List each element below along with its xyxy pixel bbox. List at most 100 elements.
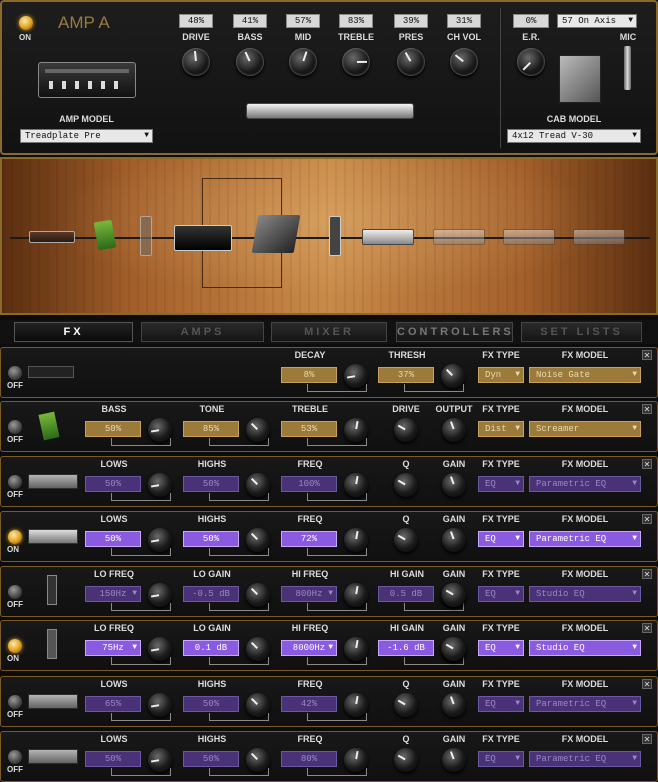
drive-knob[interactable]	[394, 418, 418, 442]
treble-field[interactable]: 53%	[281, 421, 337, 437]
close-icon[interactable]: ✕	[642, 404, 652, 414]
amp-chain-icon[interactable]	[174, 225, 232, 251]
fx-model-select[interactable]: Screamer	[529, 421, 641, 437]
highs-field[interactable]: 50%	[183, 696, 239, 712]
tab-fx[interactable]: FX	[14, 322, 133, 342]
hi-freq-field[interactable]: 8000Hz	[281, 640, 337, 656]
decay-field[interactable]: 8%	[281, 367, 337, 383]
lo-freq-field[interactable]: 150Hz	[85, 586, 141, 602]
freq-field[interactable]: 80%	[281, 751, 337, 767]
close-icon[interactable]: ✕	[642, 569, 652, 579]
ch-vol-knob[interactable]	[450, 48, 478, 76]
close-icon[interactable]: ✕	[642, 679, 652, 689]
q-knob[interactable]	[394, 473, 418, 497]
amp-model-select[interactable]: Treadplate Pre	[20, 129, 153, 143]
lows-field[interactable]: 50%	[85, 751, 141, 767]
gain-knob[interactable]	[442, 528, 466, 552]
mic-select[interactable]: 57 On Axis	[557, 14, 637, 28]
fx-type-select[interactable]: EQ	[478, 696, 524, 712]
noise-gate-chain-icon[interactable]	[29, 231, 75, 243]
fx-type-select[interactable]: EQ	[478, 586, 524, 602]
lo-gain-field[interactable]: 0.1 dB	[183, 640, 239, 656]
gain-knob[interactable]	[442, 748, 466, 772]
tab-mixer[interactable]: MIXER	[271, 322, 387, 342]
close-icon[interactable]: ✕	[642, 514, 652, 524]
hi-freq-field[interactable]: 800Hz	[281, 586, 337, 602]
freq-field[interactable]: 100%	[281, 476, 337, 492]
bass-field[interactable]: 50%	[85, 421, 141, 437]
q-knob[interactable]	[394, 528, 418, 552]
tab-amps[interactable]: AMPS	[141, 322, 264, 342]
close-icon[interactable]: ✕	[642, 623, 652, 633]
highs-field[interactable]: 50%	[183, 751, 239, 767]
pres-knob[interactable]	[397, 48, 425, 76]
fx-type-select[interactable]: Dyn	[478, 367, 524, 383]
lo-freq-field[interactable]: 75Hz	[85, 640, 141, 656]
lo-gain-field[interactable]: -0.5 dB	[183, 586, 239, 602]
drive-label: DRIVE	[182, 32, 210, 42]
amp-power-led[interactable]	[19, 16, 33, 30]
gain-knob[interactable]	[442, 637, 466, 661]
mic-label: MIC	[619, 32, 637, 42]
fx-model-select[interactable]: Studio EQ	[529, 640, 641, 656]
tab-controllers[interactable]: CONTROLLERS	[396, 322, 513, 342]
fx-power-led[interactable]	[8, 695, 22, 709]
rack-eq-icon	[28, 749, 78, 764]
tone-field[interactable]: 85%	[183, 421, 239, 437]
fx-power-led[interactable]	[8, 639, 22, 653]
gain-knob[interactable]	[442, 693, 466, 717]
param-eq-chain-icon-2[interactable]	[433, 229, 485, 245]
lows-field[interactable]: 50%	[85, 531, 141, 547]
highs-field[interactable]: 50%	[183, 531, 239, 547]
freq-field[interactable]: 42%	[281, 696, 337, 712]
close-icon[interactable]: ✕	[642, 350, 652, 360]
fx-power-led[interactable]	[8, 420, 22, 434]
close-icon[interactable]: ✕	[642, 459, 652, 469]
fx-model-select[interactable]: Noise Gate	[529, 367, 641, 383]
q-knob[interactable]	[394, 693, 418, 717]
fx-row: OFF LO FREQ 150Hz LO GAIN -0.5 dB HI FREQ 800H…	[0, 566, 658, 617]
fx-power-led[interactable]	[8, 530, 22, 544]
highs-field[interactable]: 50%	[183, 476, 239, 492]
mixer-chain-icon[interactable]	[251, 215, 301, 253]
mid-knob[interactable]	[289, 48, 317, 76]
fx-power-led[interactable]	[8, 750, 22, 764]
param-eq-chain-icon-3[interactable]	[503, 229, 555, 245]
drive-knob[interactable]	[182, 48, 210, 76]
fx-type-select[interactable]: EQ	[478, 476, 524, 492]
fx-type-select[interactable]: Dist	[478, 421, 524, 437]
fx-model-select[interactable]: Parametric EQ	[529, 476, 641, 492]
hi-gain-field[interactable]: -1.6 dB	[378, 640, 434, 656]
fx-power-led[interactable]	[8, 366, 22, 380]
hi-gain-field[interactable]: 0.5 dB	[378, 586, 434, 602]
freq-field[interactable]: 72%	[281, 531, 337, 547]
fx-model-select[interactable]: Parametric EQ	[529, 751, 641, 767]
gain-knob[interactable]	[442, 583, 466, 607]
param-eq-chain-icon-4[interactable]	[573, 229, 625, 245]
fx-model-select[interactable]: Parametric EQ	[529, 531, 641, 547]
lows-field[interactable]: 65%	[85, 696, 141, 712]
lows-field[interactable]: 50%	[85, 476, 141, 492]
output-knob[interactable]	[442, 418, 466, 442]
param-eq-chain-icon-1[interactable]	[362, 229, 414, 245]
fx-power-led[interactable]	[8, 585, 22, 599]
fx-model-label: FX MODEL	[561, 459, 609, 469]
studio-eq-chain-icon-2[interactable]	[329, 216, 341, 256]
er-knob[interactable]	[517, 48, 545, 76]
fx-type-select[interactable]: EQ	[478, 751, 524, 767]
screamer-chain-icon[interactable]	[93, 219, 117, 251]
fx-model-select[interactable]: Parametric EQ	[529, 696, 641, 712]
thresh-field[interactable]: 37%	[378, 367, 434, 383]
treble-knob[interactable]	[342, 48, 370, 76]
close-icon[interactable]: ✕	[642, 734, 652, 744]
gain-knob[interactable]	[442, 473, 466, 497]
fx-power-led[interactable]	[8, 475, 22, 489]
studio-eq-chain-icon[interactable]	[140, 216, 152, 256]
tab-set-lists[interactable]: SET LISTS	[521, 322, 642, 342]
bass-knob[interactable]	[236, 48, 264, 76]
fx-type-select[interactable]: EQ	[478, 531, 524, 547]
q-knob[interactable]	[394, 748, 418, 772]
cab-model-select[interactable]: 4x12 Tread V-30	[507, 129, 641, 143]
fx-model-select[interactable]: Studio EQ	[529, 586, 641, 602]
fx-type-select[interactable]: EQ	[478, 640, 524, 656]
